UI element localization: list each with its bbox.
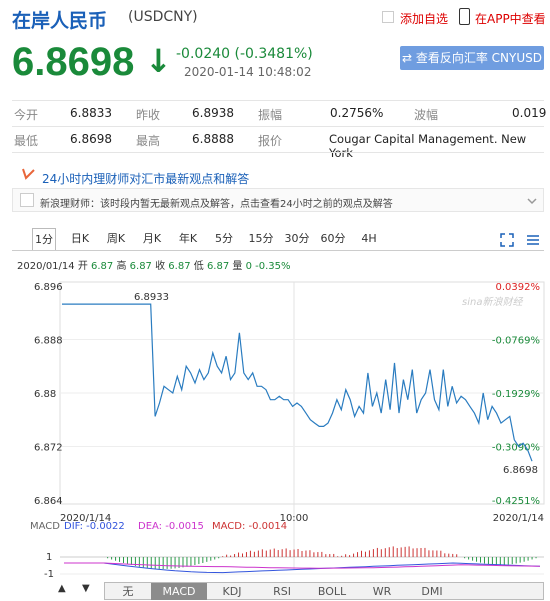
- arrow-down-icon: ↓: [145, 42, 172, 80]
- indicator-tab-wr[interactable]: WR: [357, 583, 407, 600]
- open-value: 6.8833: [70, 106, 112, 120]
- y-tick-label: 6.896: [34, 282, 63, 293]
- y-right-tick-label: 0.0392%: [496, 282, 541, 293]
- currency-code: (USDCNY): [128, 9, 198, 25]
- tab-monthly[interactable]: 月K: [140, 228, 164, 250]
- phone-icon: [459, 8, 470, 25]
- indicator-tab-kdj[interactable]: KDJ: [207, 583, 257, 600]
- swap-icon: ⇄: [401, 51, 416, 65]
- tab-5min[interactable]: 5分: [212, 228, 236, 250]
- pen-icon: [22, 168, 35, 180]
- tab-60min[interactable]: 60分: [319, 228, 347, 250]
- macd-tick-bottom: -1: [44, 569, 54, 580]
- scroll-down-icon[interactable]: ▼: [82, 583, 90, 594]
- settings-icon[interactable]: [526, 233, 540, 247]
- low-label: 最低: [14, 134, 39, 148]
- max-price-label: 6.8933: [134, 292, 169, 303]
- macd-histogram: [107, 546, 537, 569]
- indicator-tabs: 无 MACD KDJ RSI BOLL WR DMI: [104, 582, 544, 600]
- reverse-rate-label: 查看反向汇率 CNYUSD: [415, 51, 543, 65]
- intraday-chart[interactable]: 6.896 6.888 6.88 6.872 6.864 0.0392% -0.0769%…: [0, 270, 550, 582]
- indicator-tab-macd[interactable]: MACD: [151, 583, 207, 600]
- quote-timestamp: 2020-01-14 10:48:02: [184, 65, 312, 79]
- reverse-rate-button[interactable]: ⇄ 查看反向汇率 CNYUSD: [400, 46, 544, 70]
- news-text[interactable]: 新浪理财师：该时段内暂无最新观点及解答，点击查看24小时之前的观点及解答: [40, 195, 393, 210]
- y-tick-label: 6.872: [34, 443, 63, 454]
- wave-label: 波幅: [414, 108, 439, 122]
- scroll-up-icon[interactable]: ▲: [58, 583, 66, 594]
- tab-weekly[interactable]: 周K: [104, 228, 128, 250]
- y-right-tick-label: -0.3090%: [492, 443, 540, 454]
- fullscreen-icon[interactable]: [500, 233, 514, 247]
- stats-row-2: 最低 6.8698 最高 6.8888 报价 Cougar Capital Ma…: [0, 132, 550, 160]
- open-label: 今开: [14, 108, 39, 122]
- avatar: [20, 193, 34, 207]
- macd-dea: DEA: -0.0015: [138, 521, 204, 532]
- amplitude-value: 0.2756%: [330, 106, 384, 120]
- tab-15min[interactable]: 15分: [247, 228, 275, 250]
- divider: [12, 100, 544, 101]
- divider: [12, 126, 544, 127]
- high-label: 最高: [136, 134, 161, 148]
- price-line: [62, 303, 533, 462]
- open-in-app-button[interactable]: 在APP中查看: [475, 10, 546, 27]
- current-price: 6.8698: [12, 40, 135, 84]
- x-axis: 2020/1/14 10:00 2020/1/14: [60, 513, 544, 524]
- y-tick-label: 6.88: [34, 389, 56, 400]
- y-tick-label: 6.888: [34, 336, 63, 347]
- low-value: 6.8698: [70, 132, 112, 146]
- wave-value: 0.019: [512, 106, 547, 120]
- indicator-tab-dmi[interactable]: DMI: [407, 583, 457, 600]
- divider: [12, 152, 544, 153]
- y-axis-left: 6.896 6.888 6.88 6.872 6.864: [34, 282, 63, 507]
- indicator-tab-boll[interactable]: BOLL: [307, 583, 357, 600]
- high-value: 6.8888: [192, 132, 234, 146]
- news-title[interactable]: 24小时内理财师对汇市最新观点和解答: [42, 170, 249, 187]
- macd-label: MACD: [30, 521, 60, 532]
- last-price-label: 6.8698: [503, 465, 538, 476]
- tab-yearly[interactable]: 年K: [176, 228, 200, 250]
- tab-1min[interactable]: 1分: [32, 228, 56, 250]
- tab-daily[interactable]: 日K: [68, 228, 92, 250]
- quoter-value: Cougar Capital Management. New York: [329, 132, 527, 160]
- prev-close-label: 昨收: [136, 108, 161, 122]
- chart-grid: [59, 281, 545, 575]
- tab-30min[interactable]: 30分: [283, 228, 311, 250]
- amplitude-label: 振幅: [258, 108, 283, 122]
- page-title: 在岸人民币: [12, 10, 108, 32]
- macd-tick-top: 1: [46, 552, 52, 563]
- add-watch-checkbox[interactable]: [382, 11, 394, 23]
- y-right-tick-label: -0.1929%: [492, 389, 540, 400]
- x-tick-label: 2020/1/14: [493, 513, 544, 524]
- y-right-tick-label: -0.4251%: [492, 496, 540, 507]
- stats-row-1: 今开 6.8833 昨收 6.8938 振幅 0.2756% 波幅 0.019: [0, 106, 550, 122]
- prev-close-value: 6.8938: [192, 106, 234, 120]
- y-right-tick-label: -0.0769%: [492, 336, 540, 347]
- chevron-down-icon[interactable]: [527, 196, 537, 206]
- price-change: -0.0240 (-0.3481%): [176, 46, 313, 62]
- watermark: sina新浪财经: [462, 296, 523, 308]
- indicator-tab-none[interactable]: 无: [105, 583, 151, 600]
- indicator-tab-rsi[interactable]: RSI: [257, 583, 307, 600]
- macd-value: MACD: -0.0014: [212, 521, 287, 532]
- add-watch-button[interactable]: 添加自选: [400, 10, 448, 27]
- y-tick-label: 6.864: [34, 496, 63, 507]
- divider: [12, 250, 544, 251]
- quoter-label: 报价: [258, 134, 283, 148]
- tab-4h[interactable]: 4H: [358, 228, 380, 250]
- macd-dif: DIF: -0.0022: [64, 521, 125, 532]
